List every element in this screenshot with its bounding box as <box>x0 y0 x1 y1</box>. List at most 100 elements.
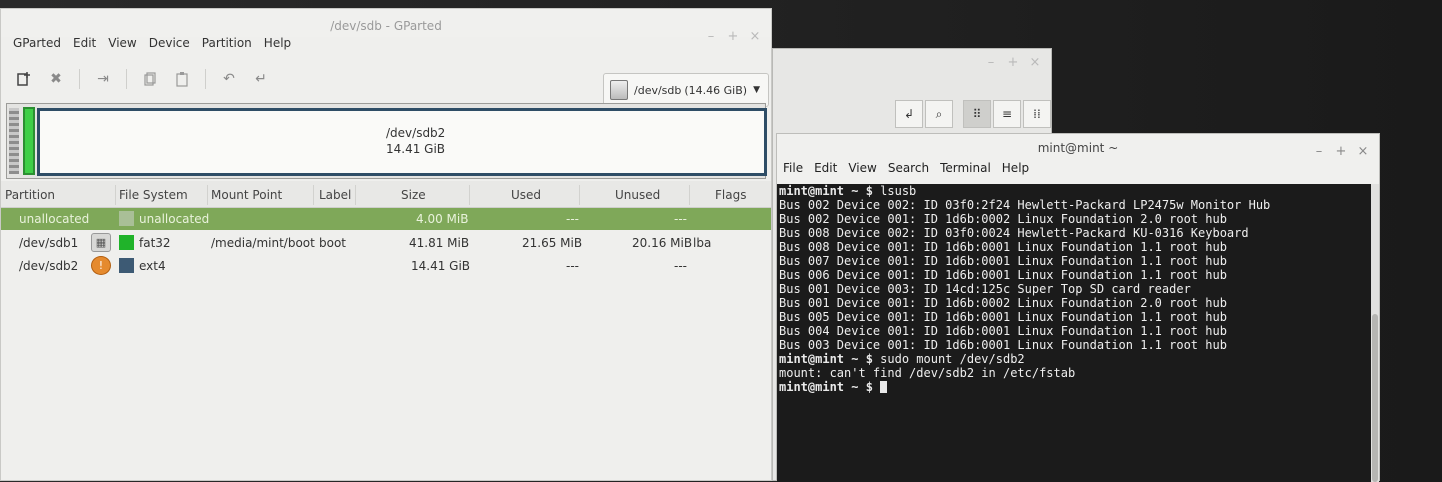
cell-file-system: ext4 <box>139 259 166 273</box>
minimize-icon[interactable]: – <box>985 55 997 70</box>
col-flags[interactable]: Flags <box>715 188 746 202</box>
terminal-text: Bus 008 Device 001: ID 1d6b:0001 Linux F… <box>779 240 1227 254</box>
col-partition[interactable]: Partition <box>5 188 55 202</box>
terminal-window-controls: – + × <box>1313 144 1369 159</box>
path-bar-icon[interactable]: ↲ <box>895 100 923 128</box>
minimize-icon[interactable]: – <box>705 29 717 44</box>
column-separator <box>207 185 208 205</box>
maximize-icon[interactable]: + <box>1335 144 1347 159</box>
col-mount-point[interactable]: Mount Point <box>211 188 282 202</box>
chevron-down-icon: ▼ <box>753 85 760 95</box>
col-size[interactable]: Size <box>401 188 426 202</box>
menu-partition[interactable]: Partition <box>202 36 252 50</box>
device-size: (14.46 GiB) <box>684 83 748 97</box>
terminal-text: Bus 007 Device 001: ID 1d6b:0001 Linux F… <box>779 254 1227 268</box>
cell-label: boot <box>319 236 347 250</box>
menu-view[interactable]: View <box>848 161 876 175</box>
terminal-output-line: Bus 007 Device 001: ID 1d6b:0001 Linux F… <box>777 254 1371 268</box>
cell-used: --- <box>566 259 579 273</box>
close-icon[interactable]: × <box>749 29 761 44</box>
table-row[interactable]: unallocated unallocated 4.00 MiB --- --- <box>1 208 771 230</box>
resize-icon[interactable]: ⇥ <box>90 66 116 92</box>
terminal-output-line: Bus 003 Device 001: ID 1d6b:0001 Linux F… <box>777 338 1371 352</box>
column-separator <box>313 185 314 205</box>
toolbar-separator <box>205 69 206 89</box>
col-used[interactable]: Used <box>511 188 541 202</box>
copy-icon[interactable] <box>137 66 163 92</box>
cell-file-system: unallocated <box>139 212 210 226</box>
cell-file-system: fat32 <box>139 236 171 250</box>
menu-edit[interactable]: Edit <box>814 161 837 175</box>
file-window-controls: – + × <box>985 55 1041 70</box>
device-selector[interactable]: /dev/sdb (14.46 GiB) ▼ <box>603 73 769 107</box>
terminal-output-line: Bus 005 Device 001: ID 1d6b:0001 Linux F… <box>777 310 1371 324</box>
paste-icon[interactable] <box>169 66 195 92</box>
terminal-output-line: Bus 001 Device 001: ID 1d6b:0002 Linux F… <box>777 296 1371 310</box>
lock-icon: ▦ <box>91 233 111 252</box>
cell-mount-point: /media/mint/boot <box>211 236 315 250</box>
partition-map-sdb2[interactable]: /dev/sdb2 14.41 GiB <box>37 108 767 176</box>
table-row[interactable]: /dev/sdb2 ! ext4 14.41 GiB --- --- <box>1 255 771 277</box>
column-separator <box>579 185 580 205</box>
cell-unused: --- <box>674 212 687 226</box>
col-file-system[interactable]: File System <box>119 188 188 202</box>
terminal-output-line: Bus 002 Device 001: ID 1d6b:0002 Linux F… <box>777 212 1371 226</box>
partition-table-header: Partition File System Mount Point Label … <box>1 181 771 208</box>
terminal-output-line: Bus 006 Device 001: ID 1d6b:0001 Linux F… <box>777 268 1371 282</box>
search-icon[interactable]: ⌕ <box>925 100 953 128</box>
close-icon[interactable]: × <box>1357 144 1369 159</box>
maximize-icon[interactable]: + <box>1007 55 1019 70</box>
cell-used: 21.65 MiB <box>522 236 583 250</box>
gparted-window: /dev/sdb - GParted – + × GParted Edit Vi… <box>0 8 772 481</box>
menu-file[interactable]: File <box>783 161 803 175</box>
minimize-icon[interactable]: – <box>1313 144 1325 159</box>
terminal-scrollbar[interactable] <box>1371 184 1379 482</box>
close-icon[interactable]: × <box>1029 55 1041 70</box>
partition-map-sdb1[interactable] <box>23 107 35 175</box>
terminal-output-line: Bus 008 Device 002: ID 03f0:0024 Hewlett… <box>777 226 1371 240</box>
partition-map-size: 14.41 GiB <box>386 142 446 156</box>
terminal-output[interactable]: mint@mint ~ $ lsusb Bus 002 Device 002: I… <box>777 184 1371 482</box>
warning-icon[interactable]: ! <box>91 256 111 275</box>
col-label[interactable]: Label <box>319 188 351 202</box>
terminal-output-line: Bus 004 Device 001: ID 1d6b:0001 Linux F… <box>777 324 1371 338</box>
file-window-toolbar: ↲ ⌕ ⠿ ≡ ⁞⁞ <box>895 100 1051 128</box>
terminal-window: mint@mint ~ – + × File Edit View Search … <box>776 133 1380 482</box>
compact-view-icon[interactable]: ⁞⁞ <box>1023 100 1051 128</box>
menu-help[interactable]: Help <box>264 36 291 50</box>
partition-map-unallocated[interactable] <box>9 108 19 174</box>
maximize-icon[interactable]: + <box>727 29 739 44</box>
column-separator <box>355 185 356 205</box>
menu-device[interactable]: Device <box>149 36 190 50</box>
terminal-output-line: Bus 001 Device 003: ID 14cd:125c Super T… <box>777 282 1371 296</box>
gparted-menubar: GParted Edit View Device Partition Help <box>13 36 303 50</box>
partition-map-label: /dev/sdb2 14.41 GiB <box>386 125 445 157</box>
fs-color-swatch <box>119 258 134 273</box>
menu-gparted[interactable]: GParted <box>13 36 61 50</box>
cell-partition: /dev/sdb1 <box>19 236 79 250</box>
undo-icon[interactable]: ↶ <box>216 66 242 92</box>
list-view-icon[interactable]: ≡ <box>993 100 1021 128</box>
menu-terminal[interactable]: Terminal <box>940 161 991 175</box>
menu-search[interactable]: Search <box>888 161 929 175</box>
terminal-output-line: mount: can't find /dev/sdb2 in /etc/fsta… <box>777 366 1371 380</box>
new-partition-icon[interactable] <box>11 66 37 92</box>
terminal-text: Bus 003 Device 001: ID 1d6b:0001 Linux F… <box>779 338 1227 352</box>
scrollbar-thumb[interactable] <box>1372 314 1378 482</box>
terminal-text: Bus 001 Device 003: ID 14cd:125c Super T… <box>779 282 1191 296</box>
icon-view-icon[interactable]: ⠿ <box>963 100 991 128</box>
col-unused[interactable]: Unused <box>615 188 660 202</box>
table-row[interactable]: /dev/sdb1 ▦ fat32 /media/mint/boot boot … <box>1 232 771 254</box>
fs-color-swatch <box>119 211 134 226</box>
cell-flags: lba <box>693 236 712 250</box>
apply-icon[interactable]: ↵ <box>248 66 274 92</box>
delete-icon[interactable]: ✖ <box>43 66 69 92</box>
terminal-text: Bus 008 Device 002: ID 03f0:0024 Hewlett… <box>779 226 1249 240</box>
column-separator <box>115 185 116 205</box>
menu-edit[interactable]: Edit <box>73 36 96 50</box>
cell-used: --- <box>566 212 579 226</box>
menu-view[interactable]: View <box>108 36 136 50</box>
terminal-output-line: Bus 008 Device 001: ID 1d6b:0001 Linux F… <box>777 240 1371 254</box>
menu-help[interactable]: Help <box>1002 161 1029 175</box>
